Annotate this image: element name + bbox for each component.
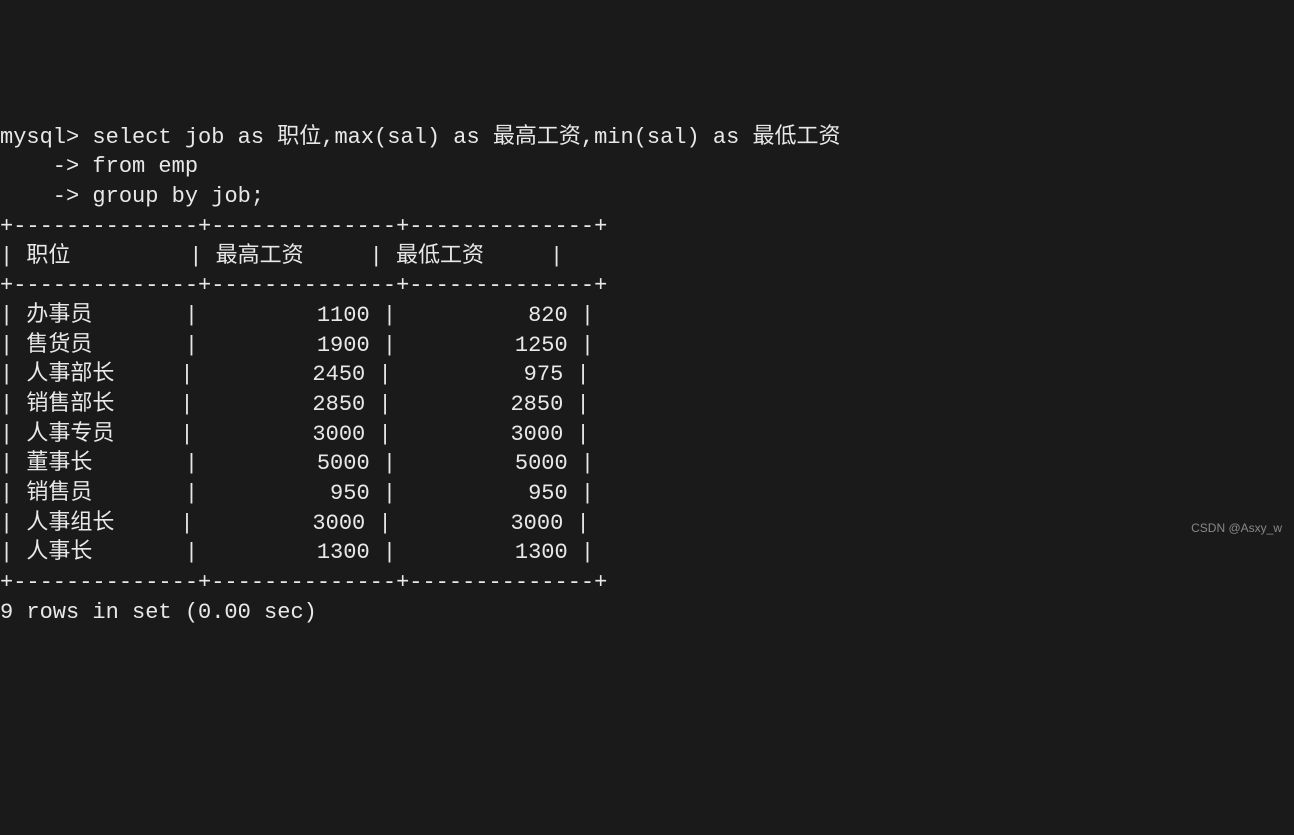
table-body: | 办事员 | 1100 | 820 | | 售货员 | 1900 | 1250… bbox=[0, 303, 594, 566]
watermark: CSDN @Asxy_w bbox=[1191, 520, 1282, 536]
query-line: select job as 职位,max(sal) as 最高工资,min(sa… bbox=[79, 125, 840, 150]
mysql-prompt: mysql> bbox=[0, 125, 79, 150]
table-border: +--------------+--------------+---------… bbox=[0, 273, 607, 298]
continuation-prompt: -> bbox=[0, 154, 79, 179]
result-footer: 9 rows in set (0.00 sec) bbox=[0, 600, 317, 625]
table-border: +--------------+--------------+---------… bbox=[0, 570, 607, 595]
continuation-prompt: -> bbox=[0, 184, 79, 209]
query-line: from emp bbox=[79, 154, 198, 179]
query-line: group by job; bbox=[79, 184, 264, 209]
terminal-output: mysql> select job as 职位,max(sal) as 最高工资… bbox=[0, 123, 1294, 628]
table-border: +--------------+--------------+---------… bbox=[0, 214, 607, 239]
table-header-row: | 职位 | 最高工资 | 最低工资 | bbox=[0, 244, 563, 269]
